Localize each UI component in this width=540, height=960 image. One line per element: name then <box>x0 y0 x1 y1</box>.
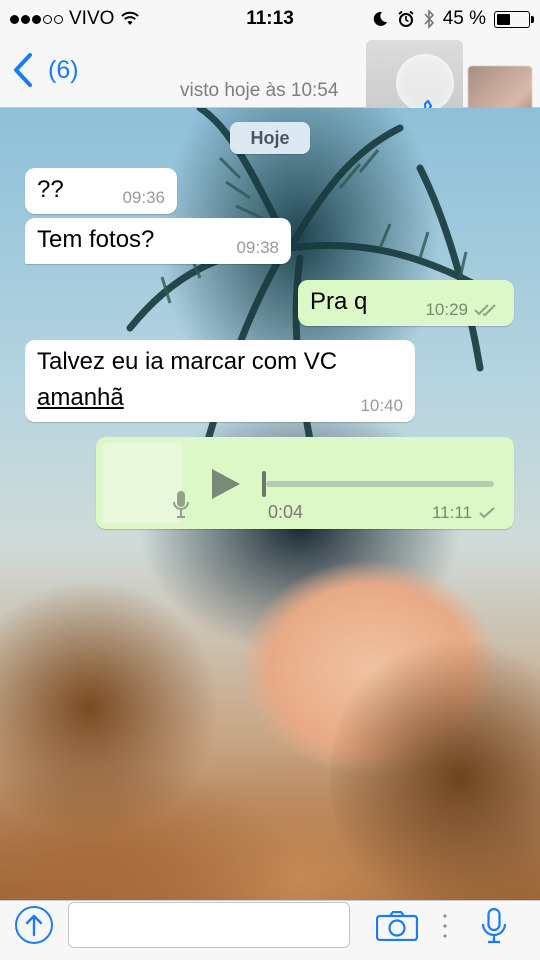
message-time: 11:11 <box>431 503 472 522</box>
chat-wallpaper: Hoje ?? 09:36 Tem fotos? 09:38 Pra q 10:… <box>0 108 540 900</box>
share-button[interactable] <box>15 906 53 944</box>
last-seen-status: visto hoje às 10:54 <box>180 80 339 101</box>
status-right: 45 % <box>371 8 534 30</box>
back-button[interactable]: (6) <box>12 52 79 88</box>
chat-header: (6) visto hoje às 10:54 <box>0 36 540 140</box>
play-icon[interactable] <box>209 467 243 501</box>
audio-message-outgoing[interactable]: 0:04 11:11 <box>96 437 514 529</box>
unread-count: (6) <box>48 55 79 84</box>
message-text: Pra q <box>310 288 368 315</box>
message-text: Talvez eu ia marcar com VC <box>37 348 338 375</box>
date-chip: Hoje <box>230 122 310 154</box>
battery-icon <box>494 10 534 28</box>
audio-progress-thumb[interactable] <box>262 471 266 497</box>
message-input[interactable] <box>68 902 350 948</box>
sent-tick-icon <box>479 507 495 519</box>
share-icon <box>25 914 43 937</box>
message-text: ?? <box>37 176 64 203</box>
moon-icon <box>373 11 387 26</box>
message-bubble-incoming[interactable]: Talvez eu ia marcar com VC amanhã 10:40 <box>25 340 415 422</box>
audio-sender-thumbnail <box>102 443 182 523</box>
camera-button[interactable] <box>375 910 419 942</box>
mic-icon <box>173 491 189 518</box>
message-text: Tem fotos? <box>37 226 155 253</box>
message-bubble-outgoing[interactable]: Pra q 10:29 <box>298 280 514 326</box>
audio-duration: 0:04 <box>268 502 304 522</box>
status-bar: VIVO 11:13 45 % <box>0 0 540 36</box>
read-ticks-icon <box>474 304 496 317</box>
message-link[interactable]: amanhã <box>37 384 124 412</box>
composer-bar <box>0 900 540 960</box>
message-bubble-incoming[interactable]: Tem fotos? 09:38 <box>25 218 291 264</box>
alarm-icon <box>398 10 414 27</box>
more-options-icon[interactable] <box>443 913 447 939</box>
camera-icon <box>375 910 419 942</box>
battery-percent: 45 % <box>442 8 486 29</box>
bluetooth-icon <box>424 9 434 29</box>
message-time: 09:38 <box>236 238 279 257</box>
back-chevron-icon <box>14 53 32 87</box>
record-audio-button[interactable] <box>480 907 508 945</box>
message-time: 10:29 <box>425 300 468 319</box>
audio-progress-track[interactable] <box>266 481 494 487</box>
message-bubble-incoming[interactable]: ?? 09:36 <box>25 168 177 214</box>
mic-icon <box>481 907 507 944</box>
message-time: 10:40 <box>360 396 403 415</box>
message-time: 09:36 <box>122 188 165 207</box>
